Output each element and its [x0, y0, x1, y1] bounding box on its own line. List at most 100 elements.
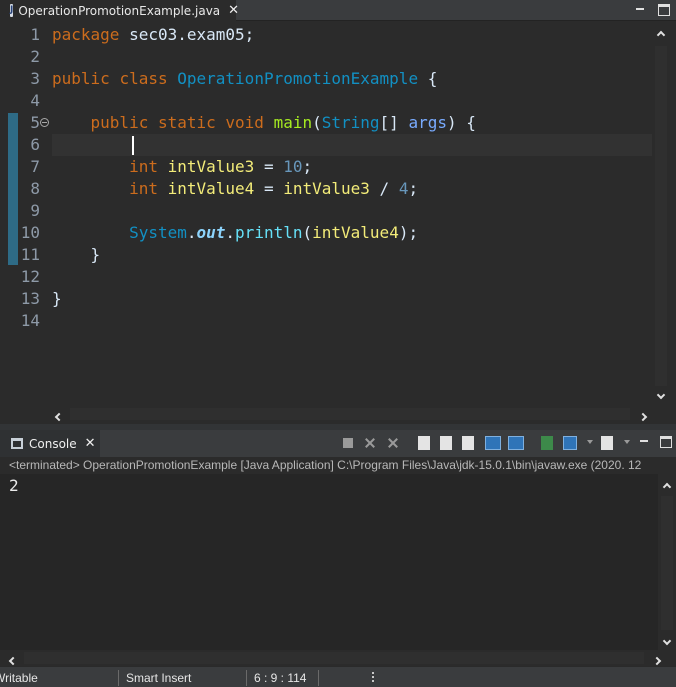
line-number: 14 [20, 311, 40, 330]
code-line[interactable]: int intValue4 = intValue3 / 4; [52, 178, 652, 200]
code-token: args [408, 113, 447, 132]
console-output[interactable]: 2 [0, 474, 676, 666]
chevron-down-icon[interactable] [587, 440, 593, 444]
editor-vscroll-track[interactable] [655, 46, 667, 386]
line-number: 8 [30, 179, 40, 198]
close-icon[interactable]: ✕ [228, 3, 239, 18]
editor-tab[interactable]: J OperationPromotionExample.java ✕ [0, 0, 239, 21]
maximize-icon[interactable] [657, 2, 670, 16]
line-number: 9 [30, 201, 40, 220]
editor-vertical-scrollbar[interactable] [652, 22, 670, 408]
code-token: . [225, 223, 236, 242]
word-wrap-icon[interactable] [440, 436, 452, 450]
code-token: static [157, 113, 216, 132]
code-area[interactable]: package sec03.exam05; public class Operat… [52, 22, 652, 408]
status-insert-mode[interactable]: Smart Insert [126, 667, 191, 687]
code-line[interactable]: int intValue3 = 10; [52, 156, 652, 178]
code-token: intValue4 [312, 223, 399, 242]
status-separator [118, 670, 119, 686]
status-cursor-position[interactable]: 6 : 9 : 114 [254, 667, 306, 687]
scroll-lock-icon[interactable] [418, 436, 430, 450]
editor-horizontal-scrollbar[interactable] [50, 406, 652, 422]
code-token: intValue3 [283, 179, 370, 198]
scroll-up-icon[interactable] [660, 480, 674, 493]
code-editor[interactable]: 1 2 3 4 5 6 7 8 9 10 11 12 13 14 package sec03.exam05… [0, 22, 676, 424]
code-token: void [225, 113, 264, 132]
console-horizontal-scrollbar[interactable] [0, 650, 676, 666]
code-token: [] [379, 113, 409, 132]
open-console-icon[interactable] [563, 436, 577, 450]
scroll-left-icon[interactable] [52, 410, 66, 423]
scroll-right-icon[interactable] [636, 410, 650, 423]
code-line[interactable]: package sec03.exam05; [52, 24, 652, 46]
status-separator [246, 670, 247, 686]
maximize-icon[interactable] [659, 434, 672, 448]
code-token: / [369, 179, 399, 198]
minimize-icon[interactable] [634, 2, 646, 16]
code-token: 10 [283, 157, 303, 176]
scroll-up-icon[interactable] [654, 28, 668, 41]
console-output-text: 2 [9, 476, 19, 495]
code-token: { [418, 69, 438, 88]
code-token: out [196, 223, 226, 242]
line-number-gutter: 1 2 3 4 5 6 7 8 9 10 11 12 13 14 [0, 22, 50, 408]
scroll-down-icon[interactable] [660, 634, 674, 647]
line-number: 7 [30, 157, 40, 176]
display-selected-console-icon[interactable] [541, 436, 553, 450]
terminate-icon[interactable] [343, 438, 353, 448]
code-token: public [90, 113, 149, 132]
minimize-icon[interactable] [638, 434, 650, 448]
status-more-icon[interactable] [372, 672, 375, 684]
code-token: = [254, 157, 284, 176]
console-vertical-scrollbar[interactable] [658, 474, 676, 650]
code-line[interactable] [52, 46, 652, 68]
view-menu-icon[interactable] [624, 440, 630, 444]
scroll-down-icon[interactable] [654, 388, 668, 401]
code-line[interactable]: System.out.println(intValue4); [52, 222, 652, 244]
code-token: ; [302, 157, 313, 176]
console-tab[interactable]: Console ✕ [0, 430, 100, 457]
line-number: 13 [20, 289, 40, 308]
code-token: sec03.exam05; [119, 25, 255, 44]
line-number: 1 [30, 25, 40, 44]
code-line[interactable] [52, 134, 652, 156]
editor-tab-bar: J OperationPromotionExample.java ✕ [0, 0, 676, 21]
show-on-stderr-icon[interactable] [485, 436, 501, 450]
code-line[interactable]: public class OperationPromotionExample { [52, 68, 652, 90]
line-number: 2 [30, 47, 40, 66]
code-token: = [254, 179, 284, 198]
close-icon[interactable]: ✕ [85, 436, 96, 451]
code-token: package [52, 25, 120, 44]
console-process-label: <terminated> OperationPromotionExample [… [0, 457, 676, 474]
code-token: main [273, 113, 313, 132]
pin-console-icon[interactable] [508, 436, 524, 450]
code-line[interactable] [52, 310, 652, 332]
fold-collapse-icon[interactable] [40, 118, 49, 127]
code-token: ); [398, 223, 419, 242]
console-vscroll-track[interactable] [661, 496, 673, 630]
line-number: 11 [20, 245, 40, 264]
console-tab-bar: Console ✕ [0, 430, 676, 457]
code-line[interactable] [52, 266, 652, 288]
status-writable: Writable [0, 671, 38, 685]
console-hscroll-track[interactable] [24, 652, 644, 664]
code-line[interactable] [52, 90, 652, 112]
remove-all-terminated-icon[interactable] [385, 436, 401, 450]
new-console-view-icon[interactable] [601, 436, 613, 450]
show-on-stdout-icon[interactable] [462, 436, 474, 450]
code-token: OperationPromotionExample [177, 69, 419, 88]
code-token: String [321, 113, 380, 132]
text-caret [132, 136, 134, 155]
code-line[interactable] [52, 200, 652, 222]
remove-launch-icon[interactable] [362, 436, 378, 450]
editor-hscroll-track[interactable] [70, 408, 630, 420]
code-token: int [129, 157, 158, 176]
code-line[interactable]: } [52, 244, 652, 266]
code-line[interactable]: } [52, 288, 652, 310]
code-line[interactable]: public static void main(String[] args) { [52, 112, 652, 134]
